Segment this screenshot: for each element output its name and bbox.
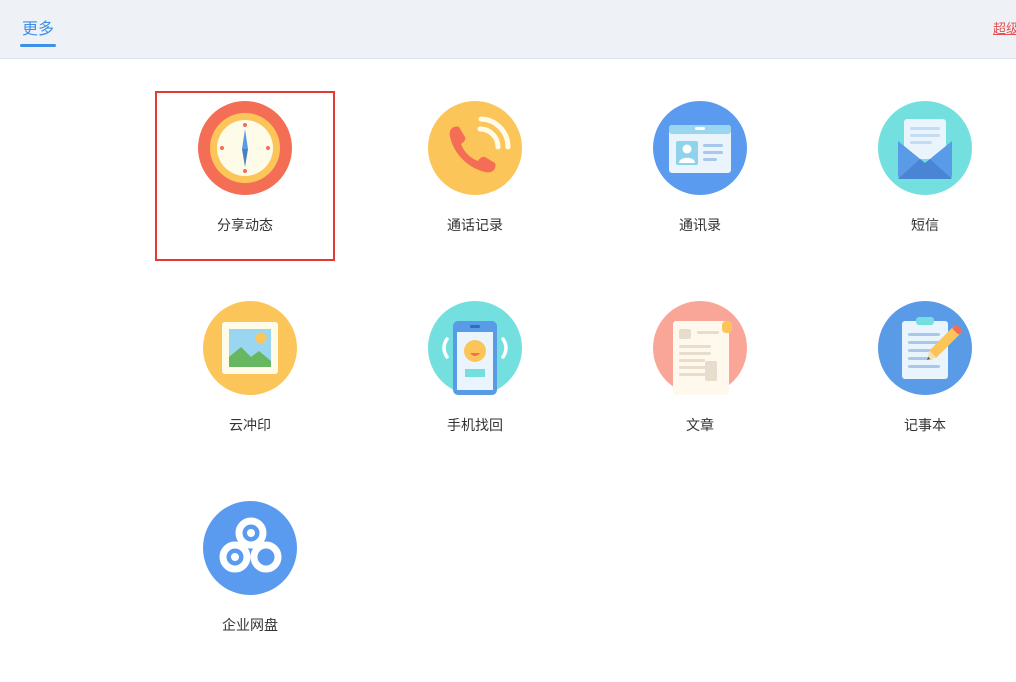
app-label: 手机找回 (447, 418, 503, 434)
app-find-phone[interactable]: 手机找回 (385, 291, 565, 461)
phone-icon (428, 101, 522, 195)
app-label: 通话记录 (447, 218, 503, 234)
contact-card-icon (653, 101, 747, 195)
cloud-drive-icon (203, 501, 297, 595)
app-share-moments[interactable]: 分享动态 (155, 91, 335, 261)
tab-more[interactable]: 更多 (22, 15, 54, 39)
photo-icon (203, 301, 297, 395)
app-articles[interactable]: 文章 (610, 291, 790, 461)
app-sms[interactable]: 短信 (835, 91, 1015, 261)
clock-icon (198, 101, 292, 195)
app-label: 记事本 (904, 418, 946, 434)
document-icon (653, 301, 747, 395)
app-label: 分享动态 (217, 218, 273, 234)
app-label: 通讯录 (679, 218, 721, 234)
app-cloud-print[interactable]: 云冲印 (160, 291, 340, 461)
app-label: 企业网盘 (222, 618, 278, 634)
envelope-icon (878, 101, 972, 195)
app-label: 云冲印 (229, 418, 271, 434)
app-call-log[interactable]: 通话记录 (385, 91, 565, 261)
notepad-icon (878, 301, 972, 395)
app-label: 文章 (686, 418, 714, 434)
top-bar: 更多 超级 (0, 0, 1016, 59)
header-link[interactable]: 超级 (993, 18, 1016, 37)
phone-find-icon (428, 301, 522, 395)
app-notepad[interactable]: 记事本 (835, 291, 1015, 461)
app-label: 短信 (911, 218, 939, 234)
app-enterprise-drive[interactable]: 企业网盘 (160, 491, 340, 661)
app-contacts[interactable]: 通讯录 (610, 91, 790, 261)
active-tab-indicator (20, 44, 56, 47)
